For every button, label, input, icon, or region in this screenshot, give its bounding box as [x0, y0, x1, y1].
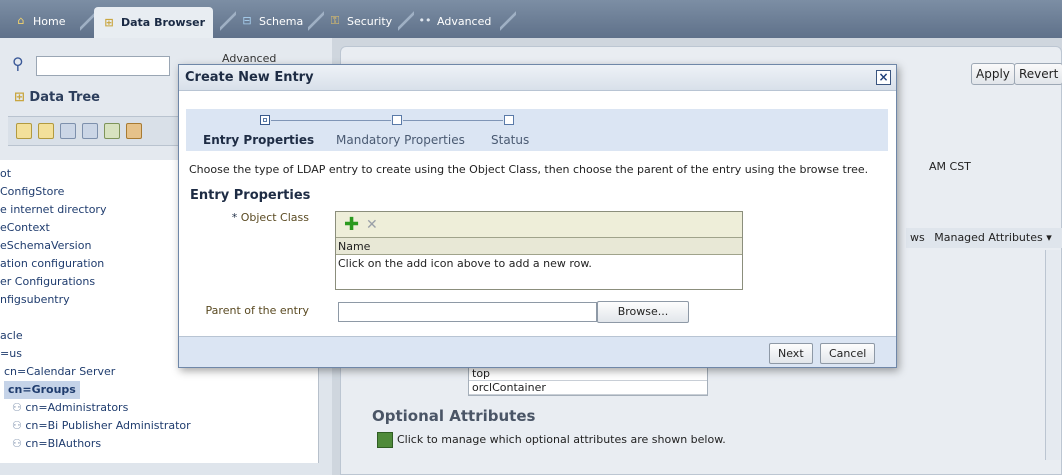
tab-schema-label: Schema	[259, 14, 304, 28]
delete-icon[interactable]: ✕	[366, 217, 378, 233]
tree-node[interactable]: nfigsubentry	[0, 291, 70, 309]
create-entry-icon[interactable]	[16, 123, 32, 139]
schema-icon: ⊟	[242, 14, 252, 27]
attributes-bar: ws Managed Attributes ▾	[906, 228, 1062, 248]
list-item: orclContainer	[469, 381, 707, 395]
tab-security[interactable]: ⚿ Security	[320, 8, 400, 34]
search-tree-icon[interactable]	[104, 123, 120, 139]
object-class-table: ✚ ✕ Name Click on the add icon above to …	[335, 211, 743, 290]
search-icon[interactable]: ⚲	[12, 54, 24, 73]
tree-node[interactable]: cn=Calendar Server	[4, 363, 115, 381]
managed-attributes-menu[interactable]: Managed Attributes	[934, 231, 1042, 244]
object-class-label: * Object Class	[219, 211, 309, 224]
tree-node-label: cn=Bi Publisher Administrator	[25, 419, 191, 432]
refresh-icon[interactable]	[82, 123, 98, 139]
modified-timestamp: AM CST	[929, 160, 971, 173]
train-stop-entry-properties[interactable]	[260, 115, 270, 125]
tree-node[interactable]: =us	[0, 345, 22, 363]
chevron-down-icon[interactable]: ▾	[1046, 231, 1052, 244]
dialog-header: Create New Entry ×	[179, 65, 896, 91]
home-icon: ⌂	[17, 14, 25, 27]
list-item: top	[469, 367, 707, 381]
tree-node-selected[interactable]: cn=Groups	[4, 381, 80, 399]
filter-icon[interactable]	[60, 123, 76, 139]
tree-icon: ⊞	[14, 90, 30, 105]
train-stop-mandatory-properties	[392, 115, 402, 125]
train-label-entry-properties[interactable]: Entry Properties	[203, 133, 314, 147]
create-entry-dialog: Create New Entry × Entry Properties Mand…	[178, 64, 897, 368]
tree-node[interactable]: acle	[0, 327, 23, 345]
next-button[interactable]: Next	[769, 343, 813, 364]
group-icon: ⚇	[12, 401, 26, 414]
train-connector	[271, 120, 391, 121]
train-stop-status	[504, 115, 514, 125]
wizard-train: Entry Properties Mandatory Properties St…	[186, 109, 888, 151]
required-mark: *	[231, 211, 238, 224]
add-icon[interactable]: ✚	[344, 216, 359, 234]
data-tree-title-text: Data Tree	[29, 90, 100, 105]
train-label-status: Status	[491, 133, 530, 147]
tab-advanced[interactable]: •• Advanced	[410, 8, 499, 34]
tree-node[interactable]: ⚇ cn=BIAuthors	[12, 435, 101, 453]
dialog-title: Create New Entry	[185, 70, 314, 85]
tab-separator	[500, 8, 516, 34]
revert-button[interactable]: Revert	[1014, 63, 1062, 85]
group-icon: ⚇	[12, 437, 26, 450]
create-like-icon[interactable]	[38, 123, 54, 139]
dialog-footer: Next Cancel	[179, 336, 896, 367]
tab-data-browser[interactable]: ⊞ Data Browser	[94, 7, 214, 38]
tab-home[interactable]: ⌂ Home	[6, 8, 73, 34]
tree-node-label: cn=Administrators	[25, 401, 129, 414]
right-vertical-scrollbar[interactable]	[1045, 250, 1060, 460]
group-icon: ⚇	[12, 419, 26, 432]
advanced-icon: ••	[418, 14, 432, 27]
browse-button[interactable]: Browse...	[597, 301, 689, 323]
tree-node[interactable]: ⚇ cn=Bi Publisher Administrator	[12, 417, 191, 435]
dialog-instructions: Choose the type of LDAP entry to create …	[189, 163, 869, 176]
table-column-header-name: Name	[336, 238, 742, 255]
search-input[interactable]	[36, 56, 170, 76]
tab-advanced-label: Advanced	[437, 14, 492, 28]
cancel-button[interactable]: Cancel	[820, 343, 876, 364]
tree-node[interactable]: ot	[0, 165, 11, 183]
object-class-label-text: Object Class	[240, 211, 309, 224]
object-class-toolbar: ✚ ✕	[336, 212, 742, 238]
tree-node[interactable]: ConfigStore	[0, 183, 64, 201]
manage-attributes-icon[interactable]	[377, 432, 393, 448]
top-tab-bar: ⌂ Home ⊞ Data Browser ⊟ Schema ⚿ Securit…	[0, 0, 1062, 38]
apply-button[interactable]: Apply	[971, 63, 1015, 85]
tree-node[interactable]: ⚇ cn=Administrators	[12, 399, 128, 417]
tree-node[interactable]: ation configuration	[0, 255, 104, 273]
train-connector	[403, 120, 503, 121]
tree-node-label: cn=BIAuthors	[25, 437, 102, 450]
parent-entry-label: Parent of the entry	[205, 304, 309, 317]
close-icon[interactable]: ×	[876, 70, 891, 85]
tab-security-label: Security	[347, 14, 393, 28]
object-class-list: top orclContainer	[468, 366, 708, 396]
parent-entry-input[interactable]	[338, 302, 597, 322]
tree-icon: ⊞	[104, 15, 114, 29]
edit-icon[interactable]	[126, 123, 142, 139]
optional-attributes-title: Optional Attributes	[372, 407, 536, 425]
tree-node[interactable]: eContext	[0, 219, 50, 237]
train-label-mandatory-properties: Mandatory Properties	[336, 133, 465, 147]
table-empty-message: Click on the add icon above to add a new…	[338, 257, 592, 270]
tree-horizontal-scrollbar[interactable]	[0, 463, 332, 475]
optional-attributes-hint: Click to manage which optional attribute…	[397, 433, 726, 446]
tree-node[interactable]: e internet directory	[0, 201, 106, 219]
entry-properties-heading: Entry Properties	[190, 188, 311, 203]
tab-data-browser-label: Data Browser	[121, 16, 206, 29]
tree-node[interactable]: eSchemaVersion	[0, 237, 91, 255]
tab-home-label: Home	[33, 14, 66, 28]
security-icon: ⚿	[330, 14, 340, 27]
tab-schema[interactable]: ⊟ Schema	[232, 8, 311, 34]
tree-node[interactable]: er Configurations	[0, 273, 95, 291]
views-menu[interactable]: ws	[910, 231, 925, 244]
